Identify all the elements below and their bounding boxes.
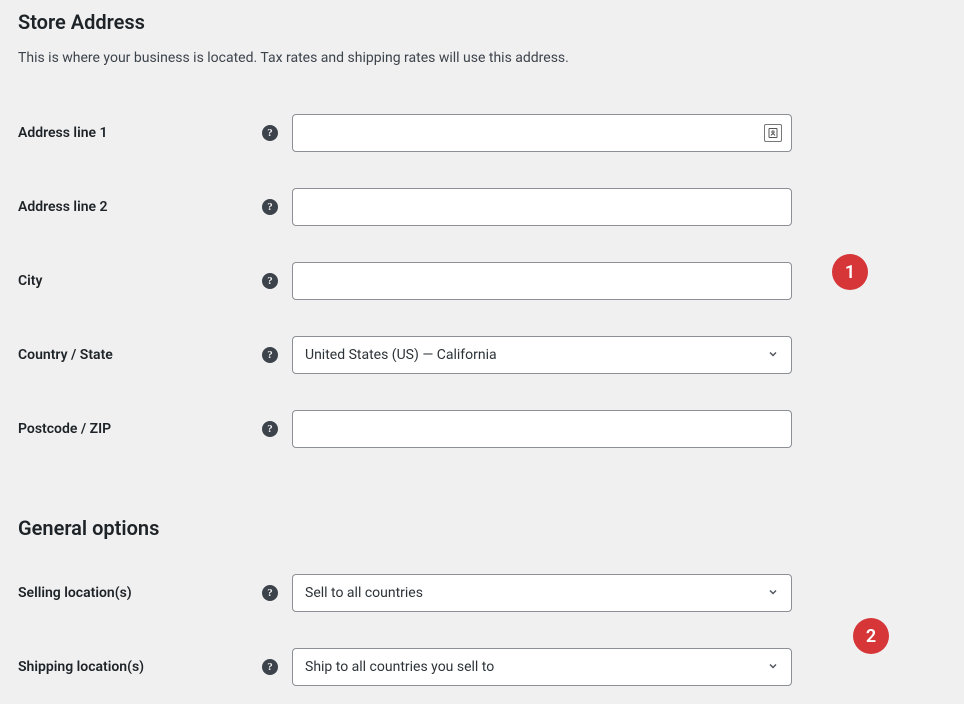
- address-line-1-label: Address line 1: [18, 125, 108, 141]
- country-state-label-cell: Country / State ?: [18, 318, 278, 392]
- address-line-1-input[interactable]: [292, 114, 792, 152]
- address-line-2-label: Address line 2: [18, 199, 108, 215]
- help-icon[interactable]: ?: [262, 347, 278, 363]
- address-line-2-label-cell: Address line 2 ?: [18, 170, 278, 244]
- country-state-label: Country / State: [18, 347, 113, 363]
- postcode-label: Postcode / ZIP: [18, 421, 111, 437]
- selling-locations-select[interactable]: Sell to all countries: [292, 574, 792, 612]
- postcode-input[interactable]: [292, 410, 792, 448]
- help-icon[interactable]: ?: [262, 659, 278, 675]
- address-line-1-label-cell: Address line 1 ?: [18, 96, 278, 170]
- store-address-table: Address line 1 ?: [18, 96, 946, 466]
- help-icon[interactable]: ?: [262, 421, 278, 437]
- city-label-cell: City ?: [18, 244, 278, 318]
- chevron-down-icon: [767, 660, 779, 675]
- help-icon[interactable]: ?: [262, 125, 278, 141]
- help-icon[interactable]: ?: [262, 585, 278, 601]
- selling-locations-label-cell: Selling location(s) ?: [18, 556, 278, 630]
- city-label: City: [18, 273, 42, 289]
- store-address-description: This is where your business is located. …: [18, 50, 946, 66]
- annotation-badge-2: 2: [853, 618, 889, 654]
- postcode-label-cell: Postcode / ZIP ?: [18, 392, 278, 466]
- selling-locations-value: Sell to all countries: [305, 585, 423, 601]
- shipping-locations-label-cell: Shipping location(s) ?: [18, 630, 278, 704]
- shipping-locations-label: Shipping location(s): [18, 659, 144, 675]
- country-state-select[interactable]: United States (US) — California: [292, 336, 792, 374]
- annotation-badge-1: 1: [832, 254, 868, 290]
- chevron-down-icon: [767, 348, 779, 363]
- store-address-heading: Store Address: [18, 10, 946, 34]
- help-icon[interactable]: ?: [262, 273, 278, 289]
- general-options-heading: General options: [18, 516, 946, 540]
- country-state-value: United States (US) — California: [305, 347, 497, 363]
- help-icon[interactable]: ?: [262, 199, 278, 215]
- selling-locations-label: Selling location(s): [18, 585, 132, 601]
- shipping-locations-value: Ship to all countries you sell to: [305, 659, 494, 675]
- chevron-down-icon: [767, 586, 779, 601]
- general-options-table: Selling location(s) ? Sell to all countr…: [18, 556, 946, 704]
- address-line-2-input[interactable]: [292, 188, 792, 226]
- shipping-locations-select[interactable]: Ship to all countries you sell to: [292, 648, 792, 686]
- city-input[interactable]: [292, 262, 792, 300]
